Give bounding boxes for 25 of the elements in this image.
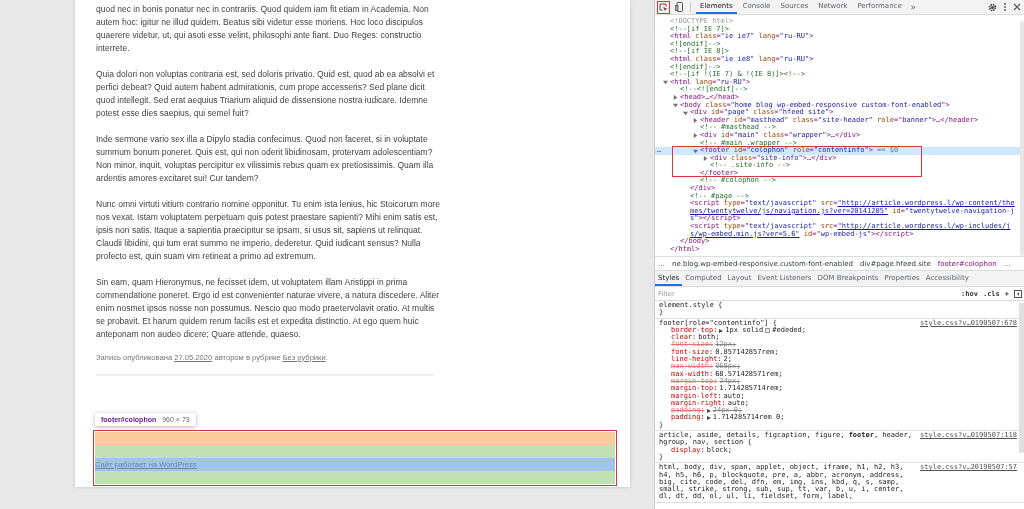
expanded-triangle-icon[interactable] [693,148,698,154]
close-icon[interactable] [1013,3,1021,11]
inspect-icon[interactable] [657,0,670,14]
collapsed-triangle-icon[interactable] [703,156,708,162]
expand-triangle-icon[interactable] [706,416,711,421]
settings-icon[interactable] [988,2,997,12]
kebab-menu-icon[interactable] [1002,2,1008,12]
paragraph: Inde sermone vario sex illa a Dipylo stadia confecimus. Quod non faceret, si in voluptate summum bonum poneret. Quis est, qui non oderit libidinosam, protervam adolescentiam? Non minor, inquit, voluptas percipitur ex vilissimis rebus quam ex pretiosissimis. Quam illa ardentis amores excitaret sui! Cur tandem? [96,133,435,185]
paragraph: quod nec in bonis ponatur nec in contrariis. Quod quidem iam fit etiam in Academia. Non autem hoc: igitur ne illud quidem. Beatus sibi videtur esse moriens. Hoc loco discipulos quaerere videtur, ut, qui asoti esse velint, philosophi ante fiant. Duo Reges: constructio interrete. [96,3,430,55]
collapsed-triangle-icon[interactable] [693,133,698,139]
expanded-triangle-icon[interactable] [683,110,688,116]
collapsed-triangle-icon[interactable] [673,95,678,101]
paragraph: Nunc omni virtuti vitium contrario nomine opponitur. Tu enim ista lenius, hic Stoicorum more nos vexat. Istam voluptatem perpetuam quis potest praestare sapienti? Mihi enim satis est, ipsis non satis. Itaque a sapientia praecipitur se ipsam, si usus sit, sapiens ut relinquat. Claudii libidini, qui tum erat summo ne imperio, dederetur. Quid iudicant sensus? Nulla profecto est, quin suam vim retineat a primo ad extremum. [96,198,441,263]
expanded-triangle-icon[interactable] [673,103,678,109]
paragraph: Sin eam, quam Hieronymus, ne fecisset idem, ut voluptatem illam Aristippi in prima commendatione poneret. Ergo id est convenienter naturae vivere, a natura discedere. Aliter enim nosmet ipsos nosse non possumus. Nescio quo modo praetervolavit oratio. At multis se probavit. Et harum quidem rerum facilis est et expedita distinctio. At ego quem huic anteponam non audeo dicere; Quare attende, quaeso. [96,276,441,341]
expand-triangle-icon[interactable] [719,328,724,333]
paragraph: Quia dolori non voluptas contraria est, sed doloris privatio. Quid est, quod ab ea absolvi et perfici debeat? Quid autem habent admirationis, cum prope accesseris? Sed plane dicit quod intellegit. Sed erat aequius Triarium aliquid de dissensione nostra iudicare. Idemne potest esse dies saepius, qui semel fuit? [96,68,436,120]
scrollbar[interactable] [1019,303,1024,453]
collapsed-triangle-icon[interactable] [693,118,698,124]
sidebar-toggle-icon[interactable] [1014,289,1022,298]
expanded-triangle-icon[interactable] [663,80,668,86]
device-icon[interactable] [672,0,685,14]
color-swatch[interactable] [765,328,771,334]
expand-triangle-icon[interactable] [706,408,711,413]
more-tabs-button[interactable]: » [907,2,919,12]
